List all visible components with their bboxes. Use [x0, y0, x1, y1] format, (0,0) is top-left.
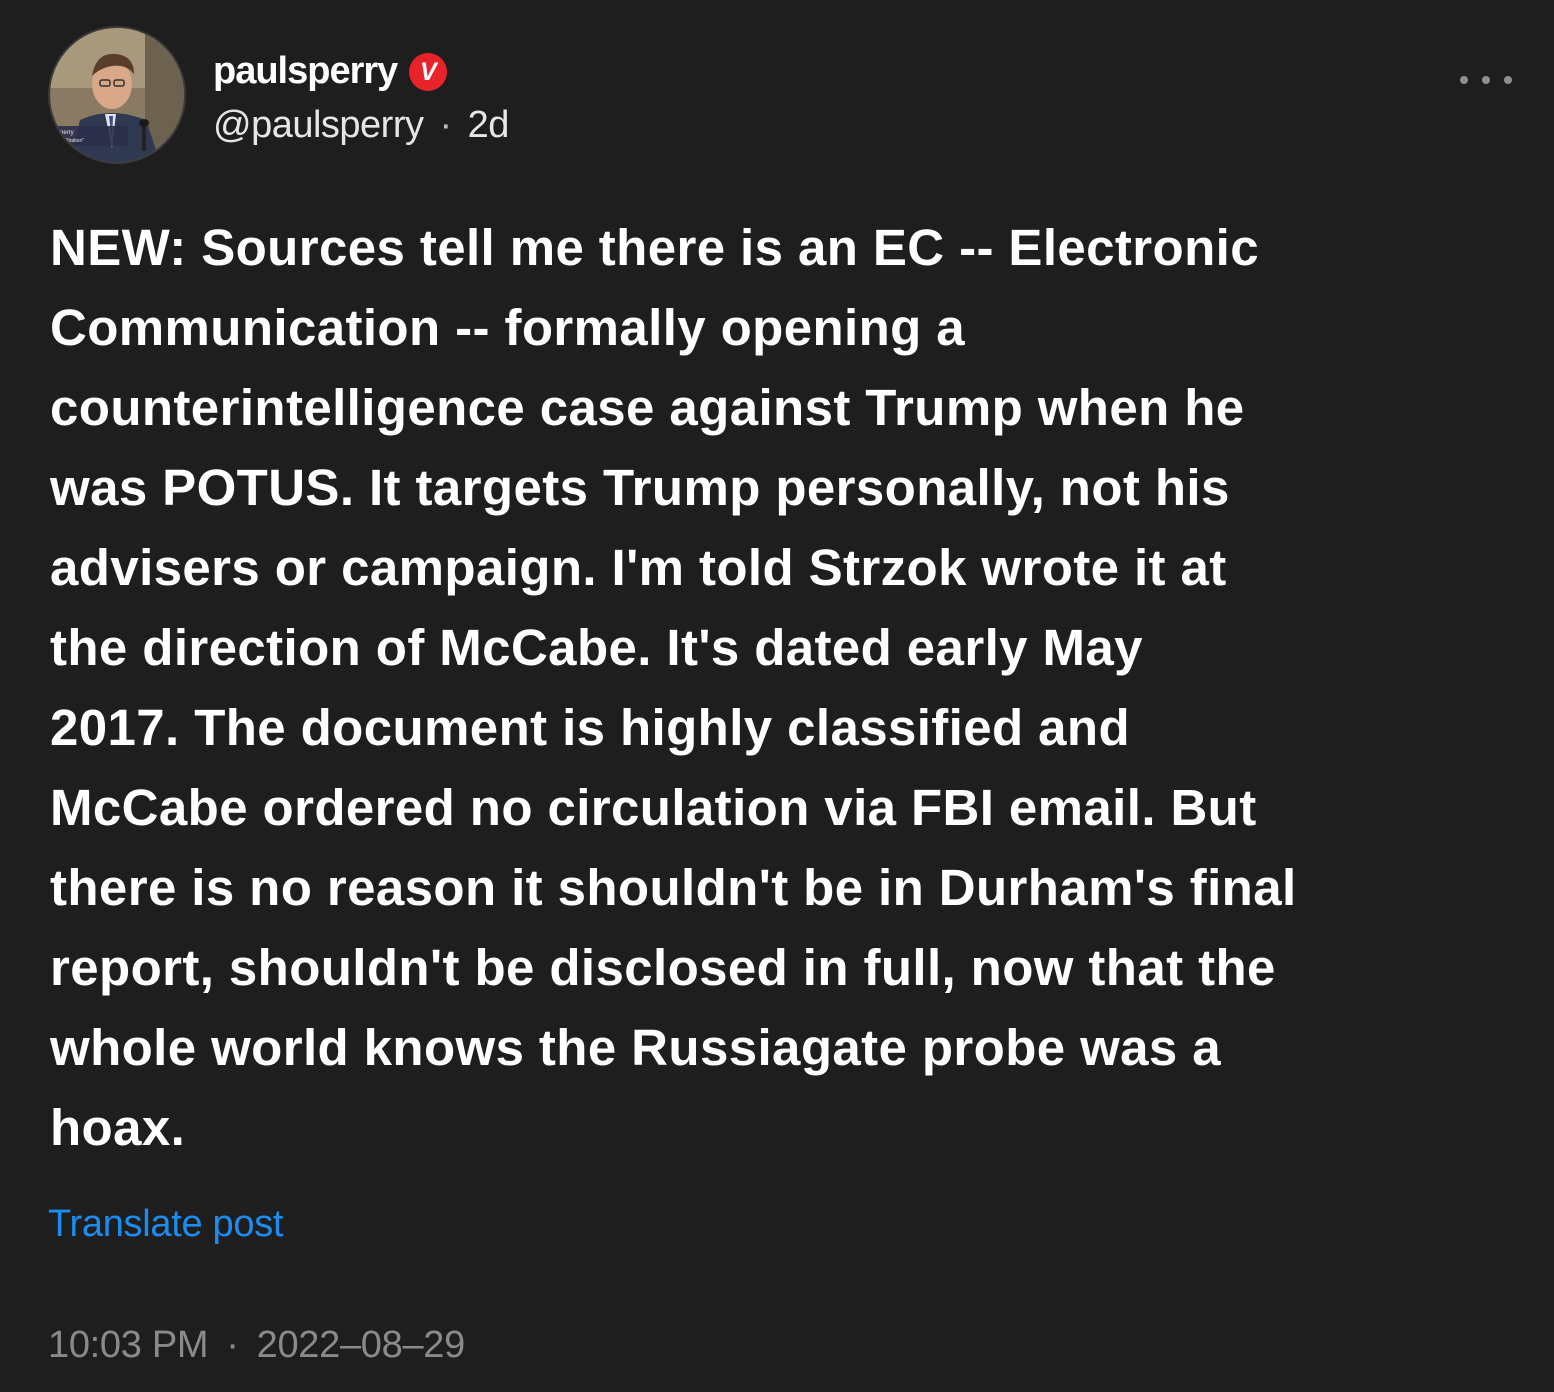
post-timestamp: 10:03 PM · 2022–08–29 [48, 1320, 465, 1370]
separator-dot: · [439, 103, 453, 146]
svg-text:, "Infiltration": , "Infiltration" [56, 138, 84, 144]
timestamp-time: 10:03 PM [48, 1323, 209, 1366]
author-name-row: paulsperry V [213, 46, 448, 96]
avatar-photo: Sperry , "Infiltration" [50, 28, 184, 162]
avatar[interactable]: Sperry , "Infiltration" [48, 26, 186, 164]
ellipsis-icon [1460, 76, 1468, 84]
more-options-button[interactable] [1460, 62, 1512, 98]
svg-text:Sperry: Sperry [56, 130, 74, 136]
verified-badge-letter: V [419, 57, 437, 86]
post-card: Sperry , "Infiltration" paulsperry V @pa… [0, 0, 1554, 1392]
ellipsis-icon-dot [1504, 76, 1512, 84]
timestamp-date: 2022–08–29 [256, 1323, 466, 1366]
relative-time: 2d [467, 103, 510, 146]
translate-post-link[interactable]: Translate post [48, 1203, 283, 1246]
author-handle[interactable]: @paulsperry [213, 104, 424, 147]
post-body-text: NEW: Sources tell me there is an EC -- E… [50, 219, 1297, 1156]
author-handle-row: @paulsperry · 2d [213, 100, 509, 150]
separator-dot: · [226, 1323, 239, 1366]
author-display-name[interactable]: paulsperry [213, 50, 398, 93]
verified-badge-icon: V [409, 53, 448, 91]
ellipsis-icon-dot [1482, 76, 1490, 84]
